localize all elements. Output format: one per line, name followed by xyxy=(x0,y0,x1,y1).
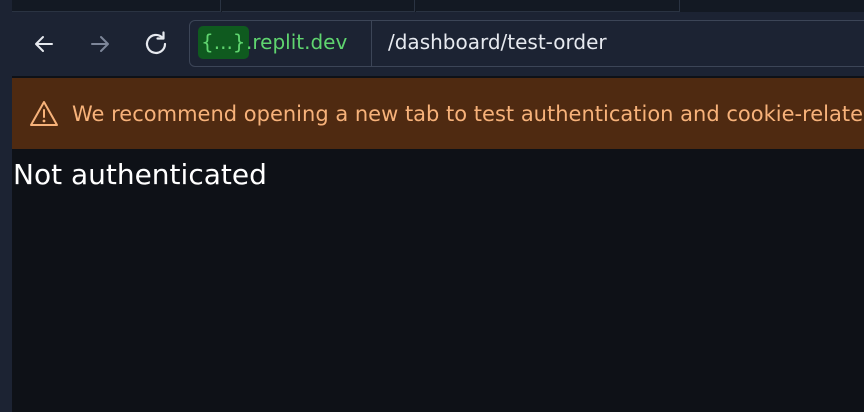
warning-banner: We recommend opening a new tab to test a… xyxy=(12,78,864,149)
tab-strip-segment xyxy=(416,0,680,12)
warning-message: We recommend opening a new tab to test a… xyxy=(72,102,864,126)
forward-button[interactable] xyxy=(84,26,116,62)
tab-strip-segment xyxy=(12,0,221,12)
tab-strip-segment xyxy=(222,0,415,12)
app-root: {...} .replit.dev /dashboard/test-order … xyxy=(0,0,864,412)
arrow-left-icon xyxy=(35,36,53,52)
url-host-domain: .replit.dev xyxy=(246,30,348,54)
warning-triangle-icon xyxy=(30,101,58,126)
left-edge-panel xyxy=(0,0,12,412)
url-host-placeholder[interactable]: {...} xyxy=(198,26,249,59)
arrow-right-icon xyxy=(91,36,109,52)
reload-icon xyxy=(145,31,167,54)
tab-strip xyxy=(12,0,864,12)
browser-toolbar: {...} .replit.dev /dashboard/test-order xyxy=(12,12,864,76)
auth-status-message: Not authenticated xyxy=(13,158,267,191)
address-bar[interactable]: {...} .replit.dev /dashboard/test-order xyxy=(189,20,864,67)
url-divider xyxy=(371,21,372,66)
reload-button[interactable] xyxy=(140,26,172,62)
back-button[interactable] xyxy=(28,26,60,62)
url-path-input[interactable]: /dashboard/test-order xyxy=(388,26,607,59)
